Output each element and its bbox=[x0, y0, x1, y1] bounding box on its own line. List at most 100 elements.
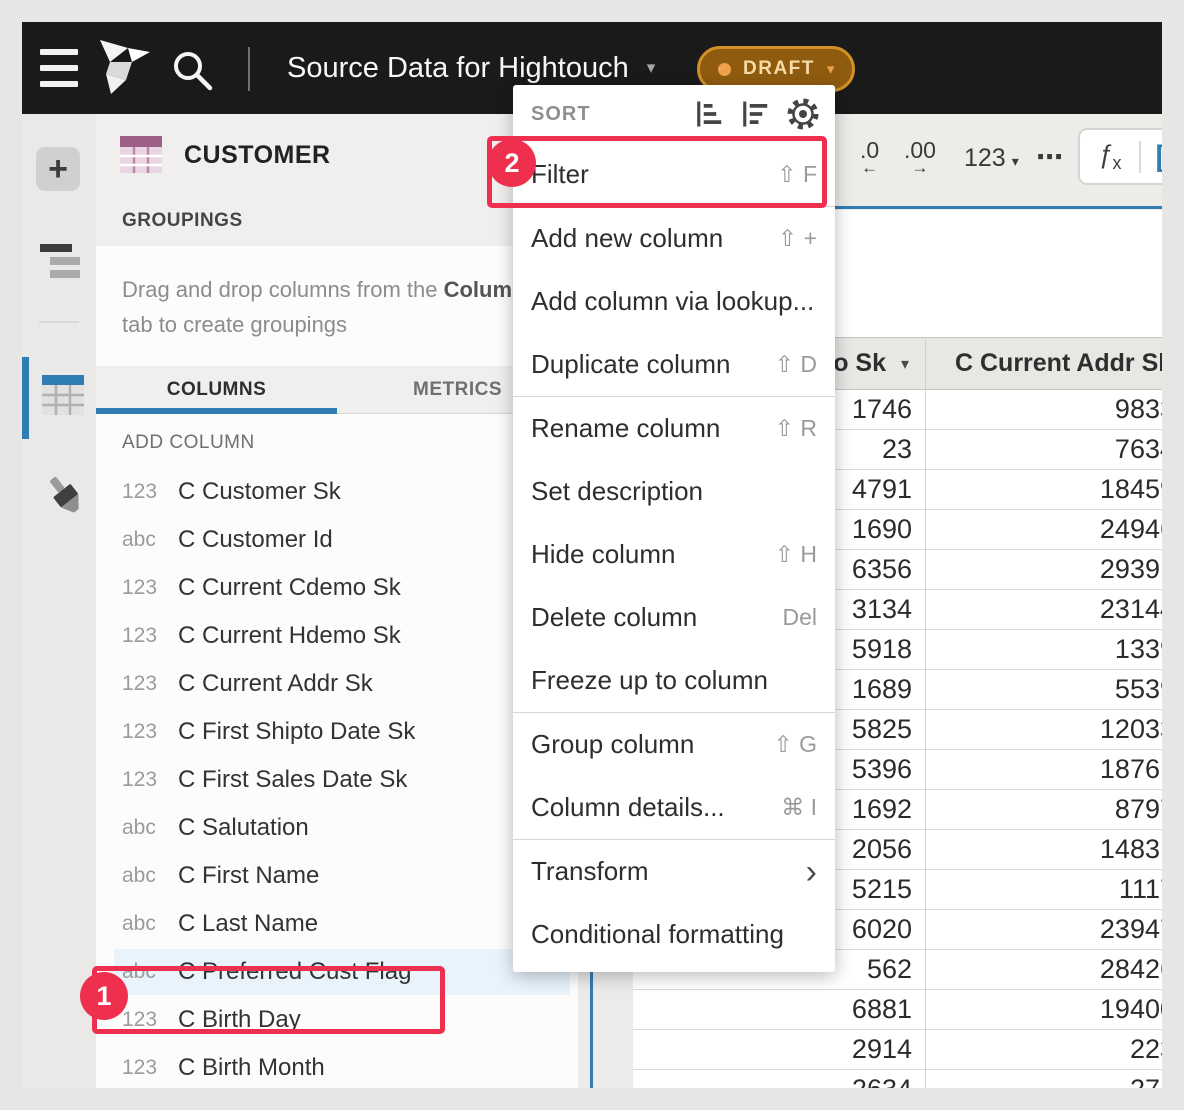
menu-item-shortcut: Del bbox=[782, 604, 817, 631]
grid-cell-col2[interactable]: 24946 bbox=[925, 510, 1162, 549]
formula-bar[interactable]: ƒx [ bbox=[1078, 128, 1162, 185]
grid-cell-col2[interactable]: 18459 bbox=[925, 470, 1162, 509]
grid-cell-col1[interactable]: 2914 bbox=[633, 1030, 925, 1069]
column-list-item[interactable]: 123 C First Sales Date Sk bbox=[96, 756, 578, 804]
element-config-panel: CUSTOMER GROUPINGS Drag and drop columns… bbox=[96, 114, 578, 1088]
menu-item[interactable]: Filter ⇧ F bbox=[513, 143, 835, 206]
decrease-decimal-button[interactable]: .0 ← bbox=[860, 140, 879, 178]
sigma-bird-logo-icon[interactable] bbox=[94, 36, 152, 100]
column-name: C First Name bbox=[178, 862, 319, 890]
menu-item-shortcut: ⇧ F bbox=[777, 161, 817, 188]
column-list-item[interactable]: 123 C Current Cdemo Sk bbox=[96, 564, 578, 612]
menu-sort-row: SORT bbox=[513, 85, 835, 143]
grid-cell-col2[interactable]: 18761 bbox=[925, 750, 1162, 789]
hint-text-1: Drag and drop columns from the bbox=[122, 277, 444, 302]
grid-row[interactable]: 2914 223 bbox=[633, 1030, 1162, 1070]
grid-cell-col2[interactable]: 5539 bbox=[925, 670, 1162, 709]
hint-text-2: tab to create groupings bbox=[122, 312, 347, 337]
column-type-badge: 123 bbox=[122, 480, 172, 504]
column-list-item[interactable]: abc C Customer Id bbox=[96, 516, 578, 564]
hamburger-menu-icon[interactable] bbox=[40, 49, 78, 87]
sort-descending-icon[interactable] bbox=[741, 99, 771, 129]
grid-row[interactable]: 6881 19400 bbox=[633, 990, 1162, 1030]
column-type-badge: 123 bbox=[122, 720, 172, 744]
grid-cell-col2[interactable]: 28426 bbox=[925, 950, 1162, 989]
menu-item[interactable]: Add column via lookup... bbox=[513, 270, 835, 333]
menu-item[interactable]: Column details... ⌘ I bbox=[513, 776, 835, 839]
column-name: C Customer Id bbox=[178, 526, 333, 554]
grid-cell-col2[interactable]: 274 bbox=[925, 1070, 1162, 1088]
column-type-badge: 123 bbox=[122, 576, 172, 600]
table-element-icon[interactable] bbox=[42, 370, 84, 420]
grid-header-col2[interactable]: C Current Addr Sk bbox=[955, 338, 1162, 389]
search-icon[interactable] bbox=[170, 48, 216, 94]
menu-item-label: Hide column bbox=[531, 539, 676, 570]
column-list-item[interactable]: 123 C Customer Sk bbox=[96, 468, 578, 516]
column-list-item[interactable]: 123 C Current Addr Sk bbox=[96, 660, 578, 708]
formula-bar-divider bbox=[1139, 141, 1141, 173]
column-type-badge: abc bbox=[122, 960, 172, 984]
grid-cell-col2[interactable]: 8797 bbox=[925, 790, 1162, 829]
menu-item[interactable]: Add new column ⇧ + bbox=[513, 207, 835, 270]
grid-cell-col2[interactable]: 23947 bbox=[925, 910, 1162, 949]
grid-cell-col2[interactable]: 14831 bbox=[925, 830, 1162, 869]
column-type-badge: 123 bbox=[122, 624, 172, 648]
menu-item[interactable]: Rename column ⇧ R bbox=[513, 397, 835, 460]
grid-cell-col1[interactable]: 6881 bbox=[633, 990, 925, 1029]
arrow-left-icon: ← bbox=[860, 158, 879, 178]
menu-item[interactable]: Conditional formatting bbox=[513, 903, 835, 966]
column-list-item[interactable]: 123 C First Shipto Date Sk bbox=[96, 708, 578, 756]
app-window: Source Data for Hightouch ▾ DRAFT ▾ + bbox=[22, 22, 1162, 1088]
grid-cell-col2[interactable]: 7634 bbox=[925, 430, 1162, 469]
grid-cell-col2[interactable]: 19400 bbox=[925, 990, 1162, 1029]
grid-cell-col2[interactable]: 23144 bbox=[925, 590, 1162, 629]
menu-item[interactable]: Set description bbox=[513, 460, 835, 523]
outline-panel-icon[interactable] bbox=[38, 240, 82, 282]
column-list-item[interactable]: abc C First Name bbox=[96, 852, 578, 900]
menu-item[interactable]: Freeze up to column bbox=[513, 649, 835, 712]
grid-cell-col2[interactable]: 1117 bbox=[925, 870, 1162, 909]
column-name: C Current Hdemo Sk bbox=[178, 622, 401, 650]
column-name: C Preferred Cust Flag bbox=[178, 958, 411, 986]
column-list-item[interactable]: 123 C Birth Month bbox=[96, 1044, 578, 1088]
column-menu-chevron-icon[interactable]: ▾ bbox=[901, 354, 909, 374]
groupings-section-header[interactable]: GROUPINGS bbox=[96, 196, 578, 247]
grid-cell-col2[interactable]: 9833 bbox=[925, 390, 1162, 429]
grid-cell-col2[interactable]: 12033 bbox=[925, 710, 1162, 749]
screenshot-root: { "topbar": { "title": "Source Data for … bbox=[0, 0, 1184, 1110]
menu-item-label: Transform bbox=[531, 856, 649, 887]
increase-decimal-button[interactable]: .00 → bbox=[904, 140, 936, 178]
menu-item[interactable]: Transform › bbox=[513, 840, 835, 903]
menu-item-shortcut: ⇧ G bbox=[773, 731, 817, 758]
grid-cell-col2[interactable]: 1339 bbox=[925, 630, 1162, 669]
grid-cell-col2[interactable]: 223 bbox=[925, 1030, 1162, 1069]
menu-item[interactable]: Duplicate column ⇧ D bbox=[513, 333, 835, 396]
number-format-dropdown[interactable]: 123▾ bbox=[964, 144, 1019, 173]
menu-item-shortcut: ⇧ D bbox=[775, 351, 817, 378]
column-list-item[interactable]: 123 C Current Hdemo Sk bbox=[96, 612, 578, 660]
menu-item[interactable]: Delete column Del bbox=[513, 586, 835, 649]
menu-item[interactable]: Hide column ⇧ H bbox=[513, 523, 835, 586]
paintbrush-style-icon[interactable] bbox=[44, 472, 88, 520]
sort-settings-gear-icon[interactable] bbox=[787, 98, 819, 130]
active-tab-underline bbox=[96, 408, 337, 414]
grid-cell-col2[interactable]: 29391 bbox=[925, 550, 1162, 589]
more-options-button[interactable]: ⋯ bbox=[1036, 142, 1066, 173]
sort-ascending-icon[interactable] bbox=[695, 99, 725, 129]
grid-row[interactable]: 2634 274 bbox=[633, 1070, 1162, 1088]
menu-item[interactable]: Group column ⇧ G bbox=[513, 713, 835, 776]
column-type-badge: abc bbox=[122, 864, 172, 888]
column-type-badge: 123 bbox=[122, 1008, 172, 1032]
tab-columns[interactable]: COLUMNS bbox=[96, 366, 337, 413]
rail-divider bbox=[39, 321, 79, 323]
chevron-down-icon[interactable]: ▾ bbox=[647, 58, 656, 78]
column-list-item[interactable]: abc C Salutation bbox=[96, 804, 578, 852]
grid-column-border bbox=[925, 337, 926, 1088]
add-element-button[interactable]: + bbox=[36, 147, 80, 191]
column-list-item[interactable]: 123 C Birth Day bbox=[96, 996, 578, 1044]
grid-cell-col1[interactable]: 2634 bbox=[633, 1070, 925, 1088]
column-list-item[interactable]: abc C Preferred Cust Flag bbox=[96, 948, 578, 996]
column-list-item[interactable]: abc C Last Name bbox=[96, 900, 578, 948]
panel-tabs: COLUMNS METRICS bbox=[96, 366, 578, 414]
add-column-label[interactable]: ADD COLUMN bbox=[122, 432, 255, 454]
